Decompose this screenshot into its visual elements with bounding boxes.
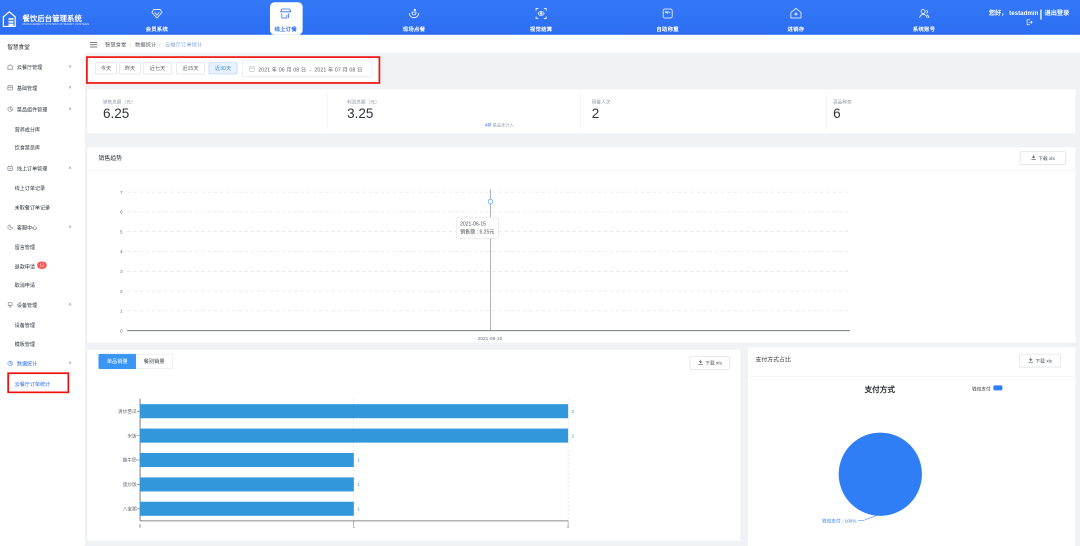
- svg-text:2021-06-15: 2021-06-15: [460, 222, 486, 228]
- svg-text:6: 6: [120, 210, 123, 216]
- svg-text:米饭: 米饭: [127, 432, 137, 439]
- svg-text:1: 1: [120, 309, 123, 315]
- svg-text:1: 1: [357, 506, 360, 511]
- svg-text:4: 4: [120, 249, 123, 255]
- svg-text:蛋炒饭: 蛋炒饭: [123, 481, 137, 488]
- svg-text:2: 2: [120, 289, 123, 295]
- svg-text:销售额 : 6.25元: 销售额 : 6.25元: [460, 228, 494, 235]
- svg-text:2: 2: [567, 524, 570, 529]
- svg-text:1: 1: [357, 458, 360, 463]
- svg-text:3: 3: [120, 269, 123, 275]
- svg-text:2021-06-15: 2021-06-15: [478, 336, 503, 342]
- svg-text:7: 7: [120, 190, 123, 196]
- svg-text:0: 0: [120, 328, 123, 334]
- svg-text:酸牛奶: 酸牛奶: [123, 457, 137, 464]
- svg-text:钱包支付 : 100%: 钱包支付 : 100%: [822, 517, 856, 524]
- svg-text:八宝粥: 八宝粥: [123, 505, 137, 512]
- svg-text:2: 2: [572, 409, 575, 414]
- svg-text:1: 1: [357, 482, 360, 487]
- svg-text:0: 0: [139, 524, 142, 529]
- svg-text:1: 1: [353, 524, 356, 529]
- svg-text:5: 5: [120, 229, 123, 235]
- svg-text:2: 2: [572, 433, 575, 438]
- svg-text:清炒苦瓜: 清炒苦瓜: [118, 408, 137, 415]
